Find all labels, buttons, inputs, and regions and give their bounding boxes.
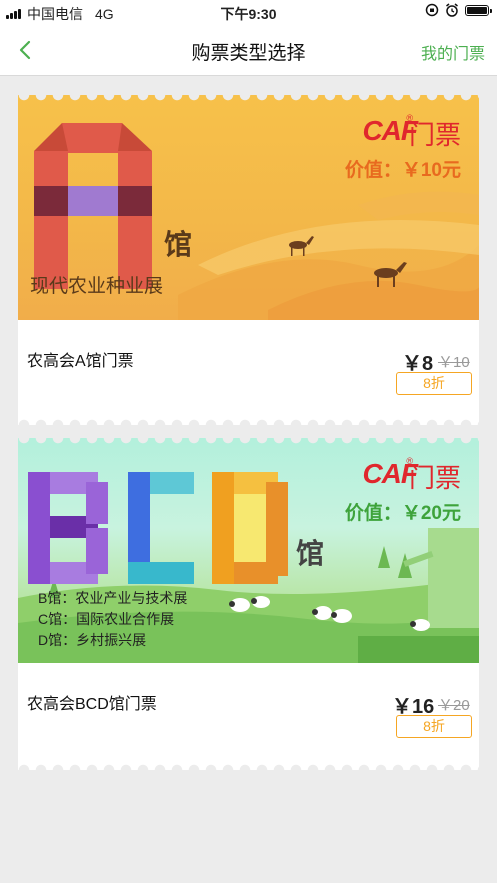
status-right <box>425 3 492 17</box>
my-tickets-link[interactable]: 我的门票 <box>421 40 485 64</box>
hall-line-b: B馆：农业产业与技术展 <box>38 590 188 606</box>
ticket-banner-bcd: 馆 B馆：农业产业与技术展 C馆：国际农业合作展 D馆：乡村振兴展 CAF ® … <box>18 438 479 663</box>
exhibit-name: 现代农业种业展 <box>30 276 164 297</box>
ticket-edge <box>18 438 479 450</box>
ticket-card-a[interactable]: 馆 现代农业种业展 CAF ® 门票 价值：￥10元 农高会A馆门票 ￥8 ￥1… <box>18 95 479 425</box>
discount-badge: 8折 <box>396 372 472 395</box>
alarm-icon <box>446 3 458 17</box>
big-letters-bcd <box>28 472 288 584</box>
hall-line-c: C馆：国际农业合作展 <box>38 611 175 627</box>
ticket-edge <box>18 413 479 425</box>
battery-icon <box>465 4 492 16</box>
discount-badge: 8折 <box>396 715 472 738</box>
big-letter-a <box>34 123 152 289</box>
hall-char: 馆 <box>164 229 193 260</box>
ticket-word: 门票 <box>408 463 461 493</box>
ticket-word: 门票 <box>408 120 461 150</box>
ticket-card-bcd[interactable]: 馆 B馆：农业产业与技术展 C馆：国际农业合作展 D馆：乡村振兴展 CAF ® … <box>18 438 479 770</box>
original-price: ￥10 <box>438 354 470 371</box>
status-bar: 中国电信 4G 下午9:30 <box>0 0 497 24</box>
ticket-edge <box>18 95 479 107</box>
hall-char: 馆 <box>296 538 325 569</box>
nav-bar: 购票类型选择 我的门票 <box>0 24 497 76</box>
hall-line-d: D馆：乡村振兴展 <box>38 632 147 648</box>
orientation-lock-icon <box>425 3 439 17</box>
ticket-name: 农高会BCD馆门票 <box>27 696 157 713</box>
status-time: 下午9:30 <box>220 6 277 22</box>
ticket-name: 农高会A馆门票 <box>27 353 134 370</box>
ticket-value: 价值：￥10元 <box>344 160 461 181</box>
ticket-value: 价值：￥20元 <box>344 503 461 524</box>
ticket-banner-a: 馆 现代农业种业展 CAF ® 门票 价值：￥10元 <box>18 95 479 320</box>
ticket-edge <box>18 758 479 770</box>
original-price: ￥20 <box>438 697 470 714</box>
